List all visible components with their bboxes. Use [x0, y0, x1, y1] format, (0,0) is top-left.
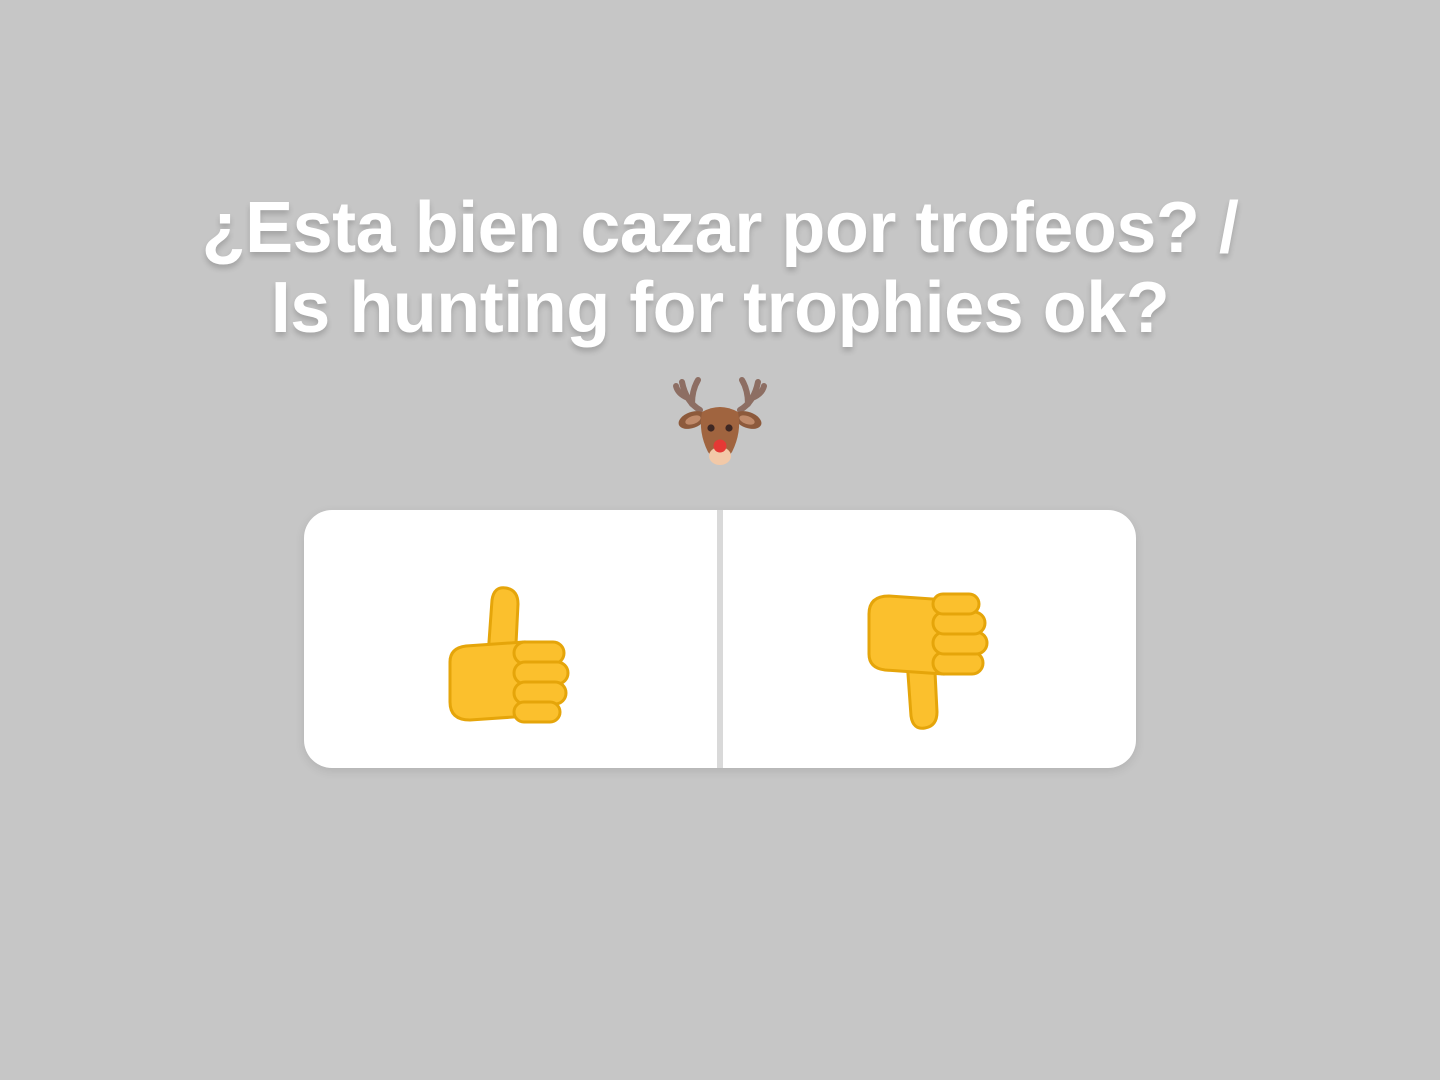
deer-face-icon: [673, 377, 767, 465]
thumbs-down-icon: [867, 592, 989, 730]
question-line-spanish: ¿Esta bien cazar por trofeos? /: [201, 188, 1239, 268]
poll-question: ¿Esta bien cazar por trofeos? / Is hunti…: [0, 188, 1440, 348]
poll-option-yes[interactable]: [304, 510, 717, 768]
question-line-english: Is hunting for trophies ok?: [270, 268, 1170, 348]
thumbs-up-icon: [448, 586, 570, 724]
poll-option-no[interactable]: [723, 510, 1136, 768]
poll-card: [304, 510, 1136, 768]
